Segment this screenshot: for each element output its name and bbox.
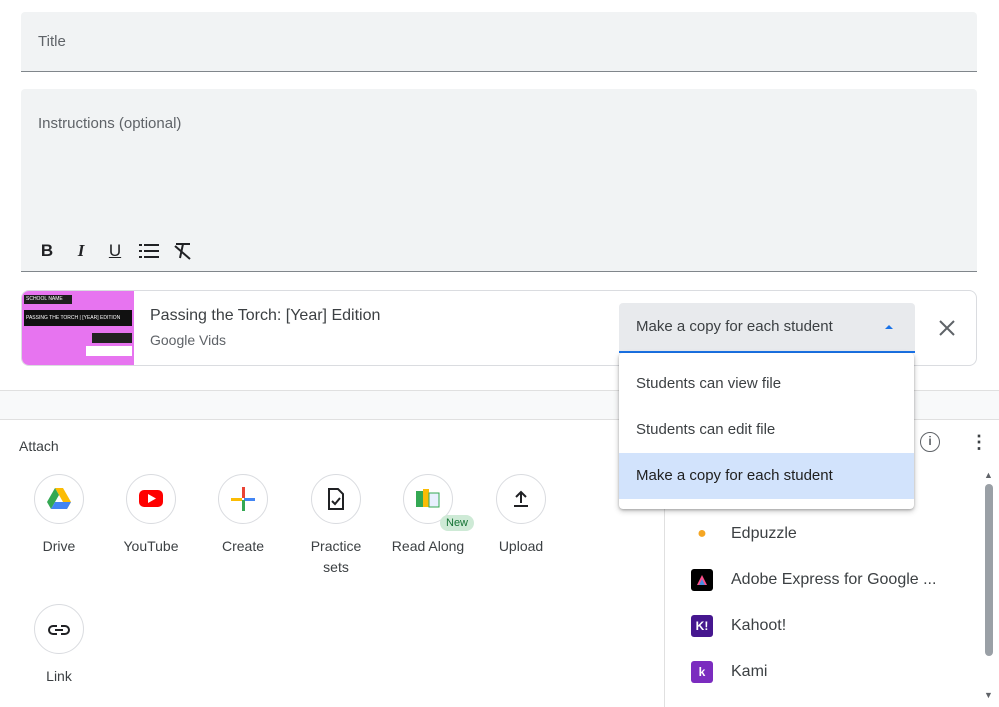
- attach-upload-button[interactable]: Upload: [481, 474, 561, 557]
- practice-sets-icon: [328, 488, 344, 510]
- link-icon: [48, 625, 70, 635]
- underline-button[interactable]: U: [101, 239, 129, 263]
- bulleted-list-button[interactable]: [135, 239, 163, 263]
- attach-youtube-button[interactable]: YouTube: [111, 474, 191, 557]
- option-view-file[interactable]: Students can view file: [619, 361, 914, 407]
- option-make-copy[interactable]: Make a copy for each student: [619, 453, 914, 499]
- clear-format-icon: [174, 243, 191, 260]
- option-edit-file[interactable]: Students can edit file: [619, 407, 914, 453]
- attach-link-label: Link: [46, 668, 72, 684]
- attach-drive-label: Drive: [42, 538, 76, 554]
- drive-icon: [47, 488, 71, 509]
- adobe-express-icon: [691, 569, 713, 591]
- attach-drive-button[interactable]: Drive: [19, 474, 99, 557]
- info-icon[interactable]: i: [920, 432, 940, 452]
- formatting-toolbar: B I U: [33, 239, 197, 263]
- instructions-field[interactable]: Instructions (optional) B I U: [21, 89, 977, 272]
- addon-kahoot-label: Kahoot!: [731, 617, 787, 634]
- thumbnail-title: PASSING THE TORCH | [YEAR] EDITION: [24, 310, 132, 326]
- attach-read-along-label: Read Along: [391, 538, 465, 554]
- share-mode-dropdown: Students can view file Students can edit…: [619, 353, 914, 509]
- thumbnail-school-name: SCHOOL NAME: [24, 295, 72, 304]
- clear-formatting-button[interactable]: [169, 239, 197, 263]
- upload-icon: [514, 490, 528, 507]
- edpuzzle-icon: ●: [697, 525, 707, 542]
- bold-button[interactable]: B: [33, 239, 61, 263]
- italic-button[interactable]: I: [67, 239, 95, 263]
- attachment-title[interactable]: Passing the Torch: [Year] Edition: [150, 307, 380, 325]
- attach-create-label: Create: [221, 538, 265, 554]
- share-mode-select[interactable]: Make a copy for each student: [619, 303, 915, 353]
- addon-kami-label: Kami: [731, 663, 768, 680]
- remove-attachment-button[interactable]: [932, 313, 962, 343]
- instructions-placeholder: Instructions (optional): [38, 115, 182, 132]
- attach-practice-sets-button[interactable]: Practice sets: [296, 474, 376, 578]
- addon-kahoot[interactable]: K! Kahoot!: [691, 614, 786, 638]
- youtube-icon: [139, 490, 163, 507]
- new-badge: New: [440, 515, 475, 531]
- read-along-icon: [416, 489, 440, 508]
- attach-upload-label: Upload: [498, 538, 544, 554]
- close-icon: [939, 320, 955, 336]
- plus-icon: [231, 487, 255, 511]
- attach-create-button[interactable]: Create: [203, 474, 283, 557]
- share-mode-value: Make a copy for each student: [636, 318, 833, 335]
- kami-icon: k: [691, 661, 713, 683]
- caret-up-icon: [885, 325, 893, 329]
- title-placeholder: Title: [38, 33, 66, 50]
- attachment-subtitle: Google Vids: [150, 332, 227, 348]
- scrollbar-thumb[interactable]: [985, 484, 993, 656]
- scroll-down-arrow[interactable]: ▼: [984, 690, 993, 700]
- attach-youtube-label: YouTube: [123, 538, 179, 554]
- addon-adobe-express-label: Adobe Express for Google ...: [731, 571, 937, 588]
- attachment-thumbnail: SCHOOL NAME PASSING THE TORCH | [YEAR] E…: [22, 291, 134, 365]
- attach-label: Attach: [19, 438, 59, 454]
- attach-link-button[interactable]: Link: [19, 604, 99, 687]
- addon-edpuzzle-label: Edpuzzle: [731, 525, 797, 542]
- addon-kami[interactable]: k Kami: [691, 660, 767, 684]
- more-vert-icon[interactable]: ⋮: [970, 430, 988, 454]
- kahoot-icon: K!: [691, 615, 713, 637]
- list-icon: [139, 244, 159, 258]
- addon-adobe-express[interactable]: Adobe Express for Google ...: [691, 568, 936, 592]
- title-field[interactable]: Title: [21, 12, 977, 72]
- scroll-up-arrow[interactable]: ▲: [984, 470, 993, 480]
- addon-edpuzzle[interactable]: ● Edpuzzle: [691, 522, 797, 546]
- attach-practice-sets-label: Practice sets: [310, 538, 362, 575]
- attach-read-along-button[interactable]: New Read Along: [388, 474, 475, 557]
- addons-panel: ● Edpuzzle Adobe Express for Google ... …: [664, 500, 999, 707]
